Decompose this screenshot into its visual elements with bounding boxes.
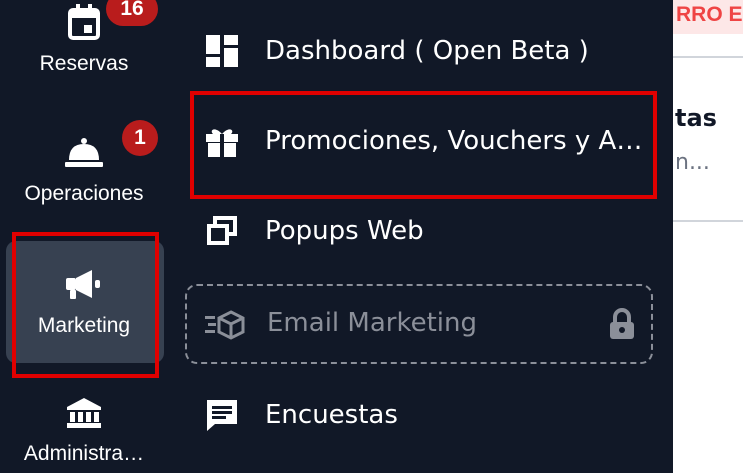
content-title: tas — [675, 104, 717, 132]
gift-icon — [206, 129, 238, 157]
megaphone-icon — [66, 270, 100, 299]
submenu-item-dashboard[interactable]: Dashboard ( Open Beta ) — [175, 21, 673, 81]
rail-item-marketing[interactable]: Marketing — [0, 270, 168, 338]
submenu-label-encuestas: Encuestas — [265, 400, 398, 430]
submenu-label-promociones: Promociones, Vouchers y A… — [265, 126, 643, 156]
submenu-label-popups-web: Popups Web — [265, 216, 424, 246]
alert-banner: RRO ES — [673, 0, 743, 34]
rail-label-administracion: Administra… — [23, 442, 145, 465]
submenu-label-email-marketing: Email Marketing — [267, 308, 477, 338]
message-icon — [207, 400, 237, 431]
service-bell-icon — [65, 138, 103, 167]
marketing-submenu: Dashboard ( Open Beta ) Promociones, Vou… — [175, 0, 673, 473]
rail-label-operaciones: Operaciones — [24, 182, 144, 205]
dashboard-icon — [206, 35, 238, 67]
bank-icon — [67, 398, 101, 428]
rail-label-reservas: Reservas — [39, 52, 129, 75]
submenu-label-dashboard: Dashboard ( Open Beta ) — [265, 36, 589, 66]
submenu-item-popups-web[interactable]: Popups Web — [175, 201, 673, 261]
rail-item-administracion[interactable]: Administra… — [0, 398, 168, 466]
operaciones-badge: 1 — [122, 120, 158, 156]
windows-icon — [207, 216, 237, 245]
submenu-item-encuestas[interactable]: Encuestas — [175, 385, 673, 445]
reservas-badge: 16 — [106, 0, 158, 26]
divider — [673, 56, 743, 58]
rail-label-marketing: Marketing — [37, 314, 131, 337]
submenu-item-promociones[interactable]: Promociones, Vouchers y A… — [175, 111, 673, 171]
submenu-item-email-marketing[interactable]: Email Marketing — [185, 284, 653, 364]
divider — [673, 220, 743, 222]
main-content-peek: RRO ES tas n... — [673, 0, 743, 473]
calendar-icon — [68, 4, 100, 40]
sidebar-rail: Reservas 16 Operaciones 1 Marketing Admi… — [0, 0, 168, 473]
lock-icon — [610, 308, 634, 339]
email-cube-icon — [205, 310, 245, 340]
content-subtitle: n... — [675, 150, 710, 175]
